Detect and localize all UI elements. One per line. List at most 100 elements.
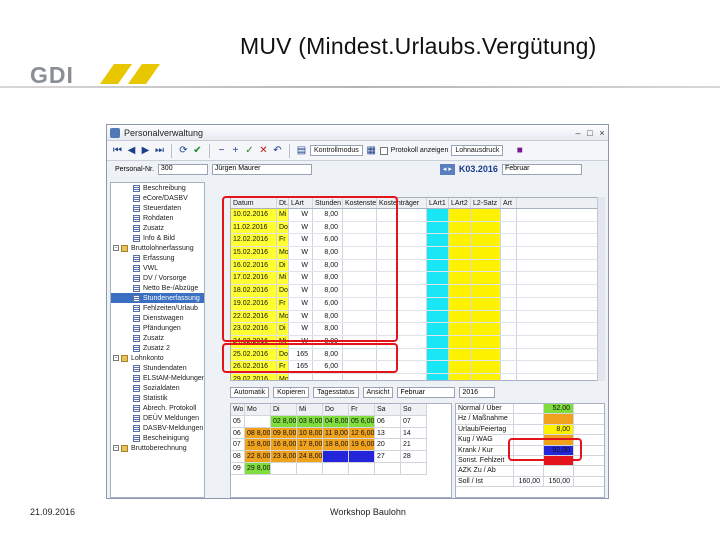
cell-empty[interactable] [427, 272, 449, 285]
cell-empty[interactable] [449, 221, 471, 234]
calendar-day-cell[interactable] [323, 462, 349, 475]
calendar-day-cell[interactable] [323, 451, 349, 463]
minimize-icon[interactable]: – [572, 128, 584, 138]
cell-empty[interactable] [501, 259, 517, 272]
cell-empty[interactable] [449, 348, 471, 361]
cell-empty[interactable] [501, 297, 517, 310]
tree-item[interactable]: Steuerdaten [111, 203, 204, 213]
tree-item[interactable]: Zusatz 2 [111, 343, 204, 353]
cell-empty[interactable] [449, 259, 471, 272]
cell-empty[interactable] [427, 335, 449, 348]
add-icon[interactable]: + [230, 145, 241, 156]
calendar-day-cell[interactable]: 18 8,00 [323, 439, 349, 452]
calendar-day-cell[interactable]: 20 [375, 439, 401, 452]
cancel-icon[interactable]: ✕ [258, 145, 269, 156]
cell-empty[interactable] [427, 234, 449, 247]
next-record-icon[interactable]: ▶ [140, 145, 151, 156]
tree-item[interactable]: Fehlzeiten/Urlaub [111, 303, 204, 313]
calendar-day-cell[interactable]: 28 [401, 451, 427, 463]
calendar-day-cell[interactable]: 17 8,00 [297, 439, 323, 452]
cell-empty[interactable] [449, 234, 471, 247]
calendar-day-cell[interactable]: 16 8,00 [271, 439, 297, 452]
tree-item[interactable]: VWL [111, 263, 204, 273]
cell-empty[interactable] [471, 259, 501, 272]
cell-empty[interactable] [501, 361, 517, 373]
cell-empty[interactable] [471, 348, 501, 361]
calendar-day-cell[interactable]: 22 8,00 [245, 451, 271, 463]
lohnausdruck-button[interactable]: Lohnausdruck [451, 145, 504, 156]
maximize-icon[interactable]: □ [584, 128, 596, 138]
calendar-day-cell[interactable]: 23 8,00 [271, 451, 297, 463]
calendar-day-cell[interactable]: 06 [375, 415, 401, 428]
print-icon[interactable]: ▤ [296, 145, 307, 156]
tree-item[interactable]: Stundenerfassung [111, 293, 204, 303]
tree-item[interactable]: Sozialdaten [111, 383, 204, 393]
tree-item[interactable]: Rohdaten [111, 213, 204, 223]
cell-empty[interactable] [501, 310, 517, 323]
cell-empty[interactable] [471, 373, 501, 380]
cell-date[interactable]: 29.02.2016 [231, 373, 277, 380]
cell-dow[interactable]: Mo [277, 373, 289, 380]
cell-empty[interactable] [427, 361, 449, 373]
tree-item[interactable]: Pfändungen [111, 323, 204, 333]
calendar-day-cell[interactable]: 29 8,00 [245, 462, 271, 475]
calendar-day-cell[interactable] [297, 462, 323, 475]
cell-empty[interactable] [449, 373, 471, 380]
close-icon[interactable]: × [596, 128, 608, 138]
calendar-day-cell[interactable]: 21 [401, 439, 427, 452]
cell-empty[interactable] [427, 259, 449, 272]
automatik-button[interactable]: Automatik [230, 386, 270, 398]
calendar-day-cell[interactable]: 27 [375, 451, 401, 463]
cell-hours[interactable] [313, 373, 343, 380]
cell-empty[interactable] [471, 221, 501, 234]
tree-item[interactable]: Statistik [111, 393, 204, 403]
calendar-day-cell[interactable] [271, 462, 297, 475]
kopieren-button[interactable]: Kopieren [273, 386, 310, 398]
last-record-icon[interactable]: ⏭ [154, 145, 165, 156]
column-header[interactable]: L2-Satz [471, 198, 501, 208]
calendar-day-cell[interactable]: 03 8,00 [297, 415, 323, 428]
tree-item[interactable]: − Bruttoberechnung [111, 443, 204, 453]
calendar-year-select[interactable]: 2016 [459, 386, 496, 398]
calendar-day-cell[interactable]: 19 6,00 [349, 439, 375, 452]
refresh-icon[interactable]: ⟳ [178, 145, 189, 156]
grid-scrollbar[interactable] [597, 197, 605, 381]
tree-item[interactable]: DEÜV Meldungen [111, 413, 204, 423]
tree-item[interactable]: Bescheinigung [111, 433, 204, 443]
cell-empty[interactable] [501, 234, 517, 247]
cell-empty[interactable] [471, 297, 501, 310]
personal-nr-input[interactable]: 300 [157, 163, 208, 175]
undo-icon[interactable]: ↶ [272, 145, 283, 156]
cell-empty[interactable] [427, 297, 449, 310]
cell-empty[interactable] [471, 285, 501, 297]
cell-empty[interactable] [449, 361, 471, 373]
cell-empty[interactable] [471, 234, 501, 247]
tree-item[interactable]: DV / Vorsorge [111, 273, 204, 283]
calendar-day-cell[interactable]: 08 8,00 [245, 427, 271, 440]
export-icon[interactable]: ▦ [366, 145, 377, 156]
calendar-day-cell[interactable]: 13 [375, 427, 401, 440]
tree-item[interactable]: Zusatz [111, 333, 204, 343]
exit-icon[interactable]: ■ [514, 145, 525, 156]
month-select[interactable]: Februar [501, 163, 582, 175]
tree-item[interactable]: Abrech. Protokoll [111, 403, 204, 413]
cell-empty[interactable] [471, 361, 501, 373]
save-check-icon[interactable]: ✔ [192, 145, 203, 156]
cell-empty[interactable] [427, 221, 449, 234]
cell-empty[interactable] [471, 323, 501, 335]
column-header[interactable]: LArt2 [449, 198, 471, 208]
calendar-day-cell[interactable]: 11 8,00 [323, 427, 349, 440]
tagesstatus-button[interactable]: Tagesstatus [313, 386, 359, 398]
cell-empty[interactable] [449, 323, 471, 335]
calendar-day-cell[interactable]: 09 8,00 [271, 427, 297, 440]
cell-empty[interactable] [449, 209, 471, 221]
calendar-day-cell[interactable]: 04 8,00 [323, 415, 349, 428]
cell-empty[interactable] [427, 323, 449, 335]
tree-item[interactable]: − Lohnkonto [111, 353, 204, 363]
employee-name-field[interactable]: Jürgen Maurer [211, 163, 312, 175]
table-row[interactable]: 29.02.2016 Mo [231, 373, 604, 380]
calendar-day-cell[interactable] [375, 462, 401, 475]
column-header[interactable]: Art [501, 198, 517, 208]
tree-item[interactable]: Netto Be-/Abzüge [111, 283, 204, 293]
prev-record-icon[interactable]: ◀ [126, 145, 137, 156]
